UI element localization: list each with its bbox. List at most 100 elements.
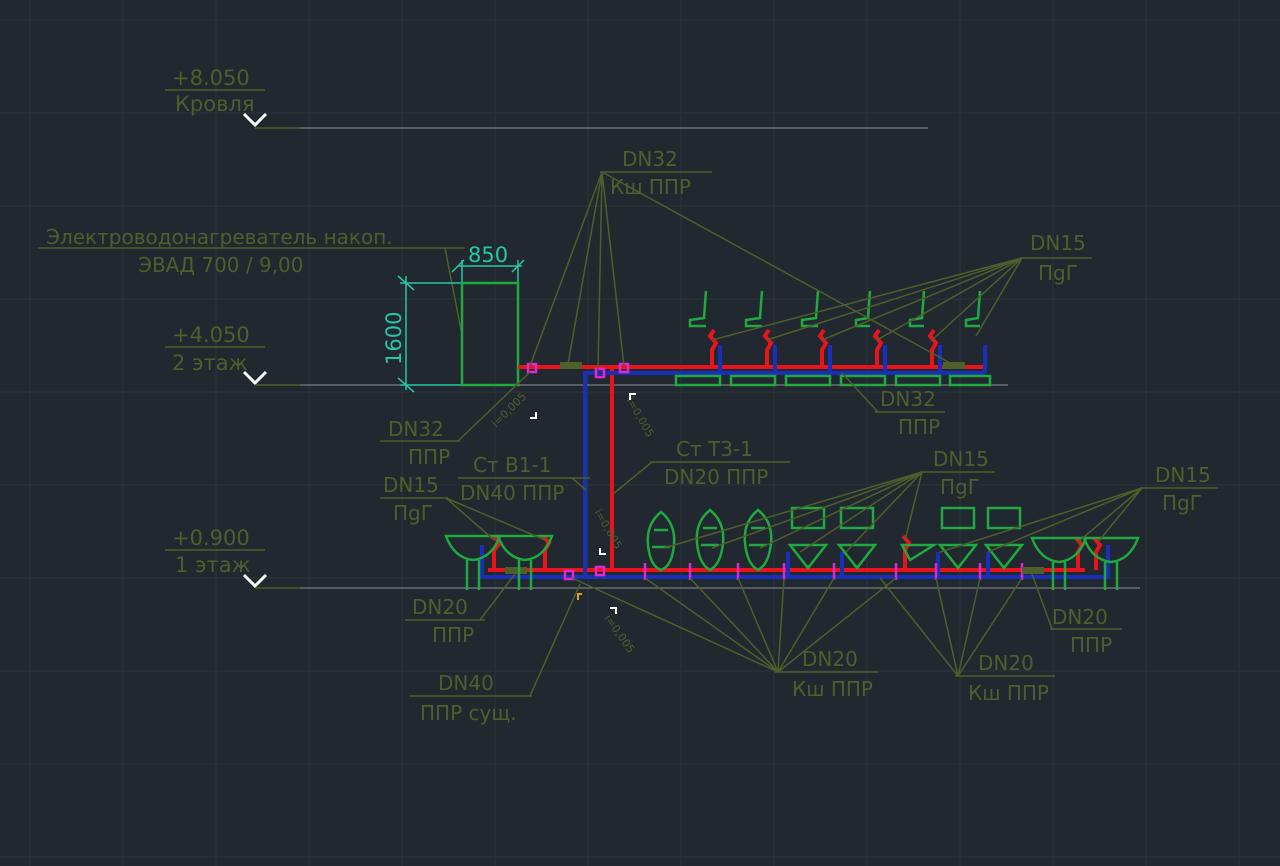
- leader-riser-top-3: [597, 171, 603, 371]
- hot-drop-1: [707, 328, 719, 367]
- corner-mark-3: [599, 548, 606, 555]
- leader-f1-right-fix-4: [1097, 487, 1143, 543]
- leader-f1-mid-fix-3: [759, 471, 923, 549]
- callout-f1-mid-fix-line1: DN15: [933, 447, 989, 471]
- tap-icon-6: [964, 290, 982, 328]
- urinal-tank-5: [986, 506, 1022, 530]
- callout-texts: DN32 Кш ППР DN15 ПgГ DN32 ППР DN32 ППР С…: [383, 147, 1211, 725]
- valve-f1-2: [1022, 567, 1044, 574]
- slope-labels: i=0,005 i=0,005 i=0,005 i=0,005: [489, 390, 657, 656]
- hot-drop-4: [872, 328, 884, 367]
- callout-f1-left-fix-line1: DN15: [383, 473, 439, 497]
- callout-existing-line1: DN40: [438, 671, 494, 695]
- level-floor2: +4.050 2 этаж: [165, 323, 300, 386]
- callout-riser-cold-line1: Ст В1-1: [473, 453, 551, 477]
- level-roof-elevation: +8.050: [172, 66, 250, 90]
- tap-icon-2: [744, 290, 764, 328]
- slope-label-2: i=0,005: [623, 395, 656, 439]
- callout-heater-feed-line1: DN32: [388, 417, 444, 441]
- background-grid: [0, 0, 1280, 866]
- heater-label-line2: ЭВАД 700 / 9,00: [138, 253, 304, 277]
- leader-f1-right-fix-3: [1077, 487, 1143, 543]
- callout-f2-fixtures-line2: ПgГ: [1038, 261, 1078, 285]
- leader-valves-mid-3: [689, 577, 779, 673]
- toilet-icon-3: [743, 508, 773, 572]
- hot-drop-5: [927, 328, 939, 367]
- callout-valves-mid-line2: Кш ППР: [792, 677, 873, 701]
- callout-heater-feed-line2: ППР: [408, 445, 450, 469]
- level-floor1-name: 1 этаж: [175, 553, 251, 577]
- heater-label-line1: Электроводонагреватель накоп.: [46, 225, 393, 249]
- callout-f1-mid-fix-line2: ПgГ: [940, 475, 980, 499]
- leader-f1-mid-fix-4: [799, 471, 923, 553]
- leader-f2-fixtures-6: [975, 257, 1023, 337]
- callout-f1-right-pipe-line2: ППР: [1070, 633, 1112, 657]
- leader-existing: [529, 583, 581, 697]
- urinal-tank-4: [940, 506, 976, 530]
- urinal-icon-4: [937, 543, 979, 571]
- heater-height-value: 1600: [382, 312, 406, 365]
- cold-riser: [583, 371, 600, 577]
- slope-label-3: i=0,005: [591, 507, 624, 551]
- tray-5: [894, 374, 942, 387]
- tap-icon-3: [800, 290, 820, 328]
- callout-riser-top-line2: Кш ППР: [610, 175, 691, 199]
- leader-f1-mid-fix-5: [845, 471, 923, 553]
- tray-1: [674, 374, 722, 387]
- washbasin-icon-1: [444, 534, 502, 590]
- callout-existing-line2: ППР сущ.: [420, 701, 517, 725]
- urinal-icon-2: [836, 543, 878, 571]
- callout-f1-right-fix-line2: ПgГ: [1162, 491, 1202, 515]
- floor2-fixtures: [674, 290, 992, 387]
- hot-drop-2: [762, 328, 774, 367]
- heater-width-value: 850: [468, 243, 508, 267]
- callout-riser-hot-line1: Ст Т3-1: [676, 437, 753, 461]
- valve-f2-1: [560, 362, 582, 369]
- callout-f2-main-line2: ППР: [898, 415, 940, 439]
- callout-riser-hot-line2: DN20 ППР: [664, 465, 768, 489]
- leader-riser-top-2: [567, 171, 603, 365]
- callout-f2-fixtures-line1: DN15: [1030, 231, 1086, 255]
- toilet-icon-1: [646, 510, 676, 572]
- callout-valves-mid-line1: DN20: [802, 647, 858, 671]
- level-roof-name: Кровля: [175, 92, 255, 116]
- urinal-tank-2: [839, 506, 875, 530]
- level-floor2-elevation: +4.050: [172, 323, 250, 347]
- level-floor1: +0.900 1 этаж: [165, 526, 300, 589]
- leader-valves-mid-1: [571, 577, 779, 673]
- leader-riser-hot: [612, 461, 653, 495]
- tray-3: [784, 374, 832, 387]
- hot-drop-left2: [541, 534, 552, 570]
- tray-4: [839, 374, 887, 387]
- washbasin-icon-4: [1082, 536, 1140, 590]
- callout-valves-right-line1: DN20: [978, 651, 1034, 675]
- callout-f1-left-fix-line2: ПgГ: [393, 501, 433, 525]
- water-heater: [460, 281, 520, 387]
- leader-riser-top-4: [601, 171, 625, 367]
- tray-6: [948, 374, 992, 387]
- leader-valves-right-3: [957, 577, 981, 677]
- corner-mark-1: [530, 412, 537, 419]
- tray-2: [729, 374, 777, 387]
- callout-f1-right-pipe-line1: DN20: [1052, 605, 1108, 629]
- leader-f1-left-pipe: [479, 573, 516, 621]
- leader-f1-right-pipe: [1031, 573, 1053, 630]
- slope-label-4: i=0,005: [602, 612, 638, 655]
- hot-drop-3: [817, 328, 829, 367]
- leader-riser-top-1: [529, 171, 603, 367]
- callout-valves-right-line2: Кш ППР: [968, 681, 1049, 705]
- corner-mark-5: [577, 593, 582, 600]
- callout-f1-right-fix-line1: DN15: [1155, 463, 1211, 487]
- callout-f2-main-line1: DN32: [880, 387, 936, 411]
- valve-f2-2: [943, 362, 965, 369]
- tap-icon-1: [688, 290, 708, 328]
- level-roof: +8.050 Кровля: [165, 66, 300, 129]
- level-floor2-name: 2 этаж: [172, 351, 248, 375]
- callout-f1-left-pipe-line1: DN20: [412, 595, 468, 619]
- callout-f1-left-pipe-line2: ППР: [432, 623, 474, 647]
- heater-label-leader: [444, 247, 463, 336]
- urinal-icon-5: [983, 543, 1025, 571]
- valve-f1-1: [505, 567, 527, 574]
- leader-valves-mid-5: [777, 577, 785, 673]
- toilet-icon-2: [695, 508, 725, 572]
